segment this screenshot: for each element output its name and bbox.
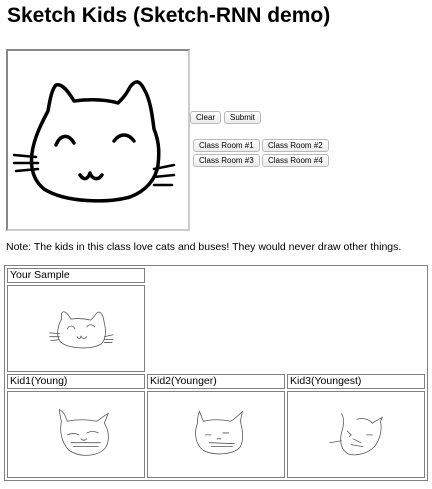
empty-cell: [287, 285, 425, 372]
kid2-sketch: [147, 391, 285, 478]
kid3-cat-sketch: [329, 413, 384, 456]
empty-cell: [287, 268, 425, 283]
note-text: Note: The kids in this class love cats a…: [6, 241, 402, 253]
class-room-3-button[interactable]: Class Room #3: [193, 154, 260, 167]
kid3-label: Kid3(Youngest): [287, 373, 425, 390]
your-sample-cat-sketch: [49, 311, 114, 349]
results-table: Your Sample Kid1(Young) Kid2(Younger) Ki…: [4, 265, 428, 481]
kid2-cat-sketch: [195, 410, 244, 455]
submit-button[interactable]: Submit: [224, 111, 261, 124]
class-room-4-button[interactable]: Class Room #4: [262, 154, 329, 167]
kid3-sketch: [287, 391, 425, 478]
clear-button[interactable]: Clear: [190, 111, 222, 124]
cat-drawing: [12, 80, 176, 203]
your-sample-image: [7, 285, 145, 372]
page-title: Sketch Kids (Sketch-RNN demo): [7, 4, 331, 27]
kid1-sketch: [7, 391, 145, 478]
empty-cell: [147, 268, 285, 283]
class-room-2-button[interactable]: Class Room #2: [262, 139, 329, 152]
kid1-label: Kid1(Young): [7, 373, 145, 390]
kid2-label: Kid2(Younger): [147, 373, 285, 390]
class-room-1-button[interactable]: Class Room #1: [193, 139, 260, 152]
empty-cell: [147, 285, 285, 372]
your-sample-label: Your Sample: [7, 268, 145, 284]
kid1-cat-sketch: [59, 409, 109, 456]
drawing-canvas[interactable]: [6, 49, 190, 231]
